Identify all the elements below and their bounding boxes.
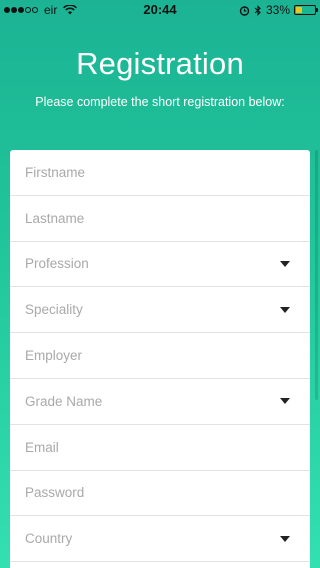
- registration-form: Firstname Lastname Profession Speciality Emp…: [10, 150, 310, 568]
- battery-level: [296, 7, 302, 13]
- chevron-down-icon: [280, 260, 290, 267]
- country-placeholder: Country: [25, 531, 73, 547]
- chevron-down-icon: [280, 398, 290, 405]
- bluetooth-icon: [254, 4, 261, 16]
- status-right: 33%: [239, 3, 318, 17]
- country-dropdown[interactable]: Country: [10, 516, 310, 563]
- email-placeholder: Email: [25, 439, 59, 455]
- alarm-icon: [239, 5, 250, 16]
- firstname-placeholder: Firstname: [25, 164, 86, 180]
- employer-placeholder: Employer: [25, 348, 83, 364]
- chevron-down-icon: [280, 535, 290, 542]
- email-field[interactable]: Email: [10, 425, 310, 471]
- chevron-down-icon: [280, 306, 290, 313]
- page-subtitle: Please complete the short registration b…: [35, 95, 285, 109]
- speciality-placeholder: Speciality: [25, 302, 83, 318]
- battery-percent: 33%: [265, 3, 290, 17]
- password-field[interactable]: Password: [10, 471, 310, 517]
- grade-name-dropdown[interactable]: Grade Name: [10, 379, 310, 425]
- lastname-placeholder: Lastname: [25, 210, 85, 226]
- status-bar: eir 20:44 33%: [0, 0, 320, 20]
- profession-placeholder: Profession: [25, 256, 89, 272]
- battery-icon: [294, 5, 318, 15]
- password-placeholder: Password: [25, 485, 85, 501]
- lastname-field[interactable]: Lastname: [10, 196, 310, 242]
- grade-name-placeholder: Grade Name: [25, 393, 103, 409]
- scrollbar[interactable]: [315, 150, 318, 400]
- employer-field[interactable]: Employer: [10, 333, 310, 379]
- page-title: Registration: [76, 46, 244, 81]
- profession-dropdown[interactable]: Profession: [10, 242, 310, 288]
- speciality-dropdown[interactable]: Speciality: [10, 287, 310, 334]
- firstname-field[interactable]: Firstname: [10, 150, 310, 196]
